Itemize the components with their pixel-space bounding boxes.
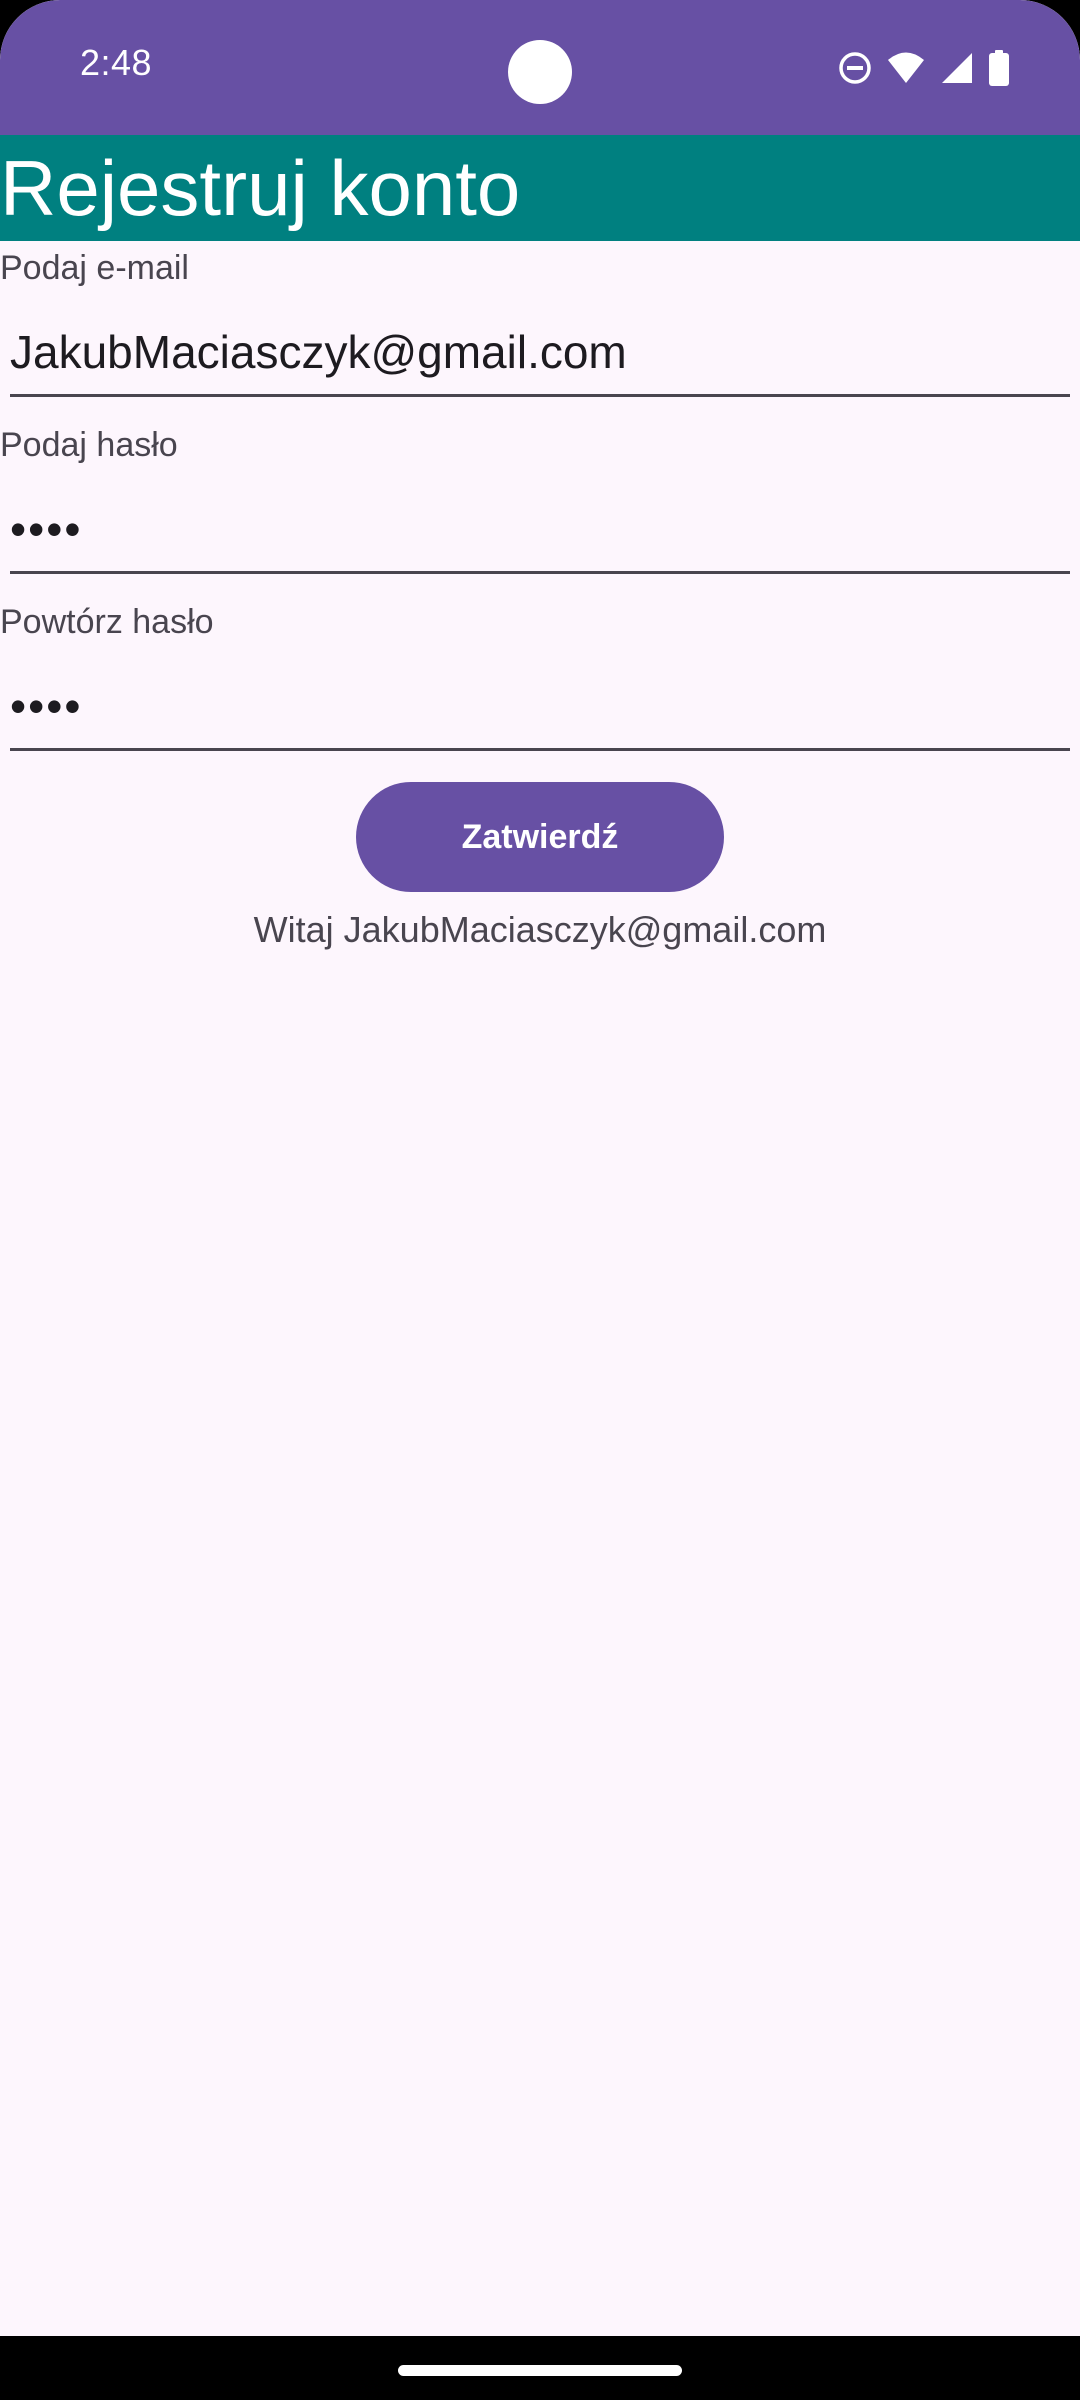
repeat-password-field[interactable]: ••••: [10, 661, 1070, 751]
repeat-password-label: Powtórz hasło: [0, 603, 214, 641]
status-time: 2:48: [80, 42, 153, 83]
email-label: Podaj e-mail: [0, 249, 189, 287]
home-indicator[interactable]: [398, 2365, 682, 2376]
cellular-signal-icon: [940, 51, 974, 85]
app-screen: 2:48 Rejestruj konto Podaj e-mail JakubM…: [0, 0, 1080, 2400]
password-label: Podaj hasło: [0, 426, 178, 464]
welcome-message: Witaj JakubMaciasczyk@gmail.com: [253, 909, 827, 950]
email-field[interactable]: JakubMaciasczyk@gmail.com: [10, 307, 1070, 397]
app-bar: Rejestruj konto: [0, 135, 1080, 241]
wifi-icon: [886, 51, 926, 85]
page-title: Rejestruj konto: [0, 144, 521, 232]
submit-button[interactable]: Zatwierdź: [356, 782, 724, 892]
battery-icon: [988, 50, 1010, 86]
status-icons: [838, 48, 1010, 88]
password-field[interactable]: ••••: [10, 484, 1070, 574]
do-not-disturb-icon: [838, 51, 872, 85]
status-bar: 2:48: [0, 0, 1080, 135]
camera-cutout: [508, 40, 572, 104]
